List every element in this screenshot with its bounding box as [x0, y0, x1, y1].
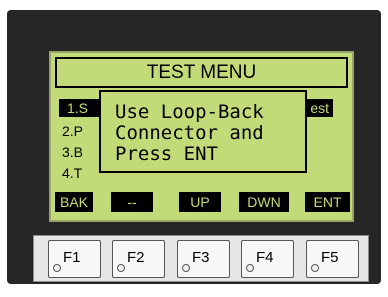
menu-item-1-label: 1.S [67, 100, 89, 116]
f1-label: F1 [63, 249, 81, 266]
led-indicator-icon [246, 264, 254, 272]
popup-line-3: Press ENT [115, 143, 218, 165]
f4-label: F4 [256, 249, 274, 266]
menu-title: TEST MENU [55, 57, 348, 88]
softkey-up[interactable]: UP [179, 192, 221, 212]
f1-button[interactable]: F1 [48, 240, 101, 278]
f3-button[interactable]: F3 [177, 240, 230, 278]
function-key-panel: F1 F2 F3 F4 F5 [33, 235, 369, 282]
led-indicator-icon [182, 264, 190, 272]
softkey-enter[interactable]: ENT [305, 192, 350, 212]
menu-item-4[interactable]: 4.T [62, 164, 82, 182]
menu-item-3[interactable]: 3.B [62, 143, 83, 161]
popup-line-1: Use Loop-Back [115, 101, 264, 123]
f5-label: F5 [321, 249, 339, 266]
f2-button[interactable]: F2 [112, 240, 165, 278]
f5-button[interactable]: F5 [306, 240, 359, 278]
led-indicator-icon [117, 264, 125, 272]
softkey-bak[interactable]: BAK [55, 192, 93, 212]
led-indicator-icon [311, 264, 319, 272]
f2-label: F2 [127, 249, 145, 266]
device-bezel: TEST MENU 1.S est 2.P 3.B 4.T Use Loop-B… [7, 10, 381, 284]
led-indicator-icon [53, 264, 61, 272]
softkey-blank[interactable]: -- [111, 192, 153, 212]
popup-line-2: Connector and [115, 122, 264, 144]
softkey-down[interactable]: DWN [239, 192, 289, 212]
f3-label: F3 [192, 249, 210, 266]
popup-message: Use Loop-Back Connector and Press ENT [99, 90, 307, 173]
menu-item-1-tail: est [310, 100, 329, 116]
lcd-screen: TEST MENU 1.S est 2.P 3.B 4.T Use Loop-B… [49, 51, 354, 222]
f4-button[interactable]: F4 [241, 240, 294, 278]
softkey-bar: BAK -- UP DWN ENT [55, 192, 350, 212]
menu-item-2[interactable]: 2.P [62, 122, 83, 140]
